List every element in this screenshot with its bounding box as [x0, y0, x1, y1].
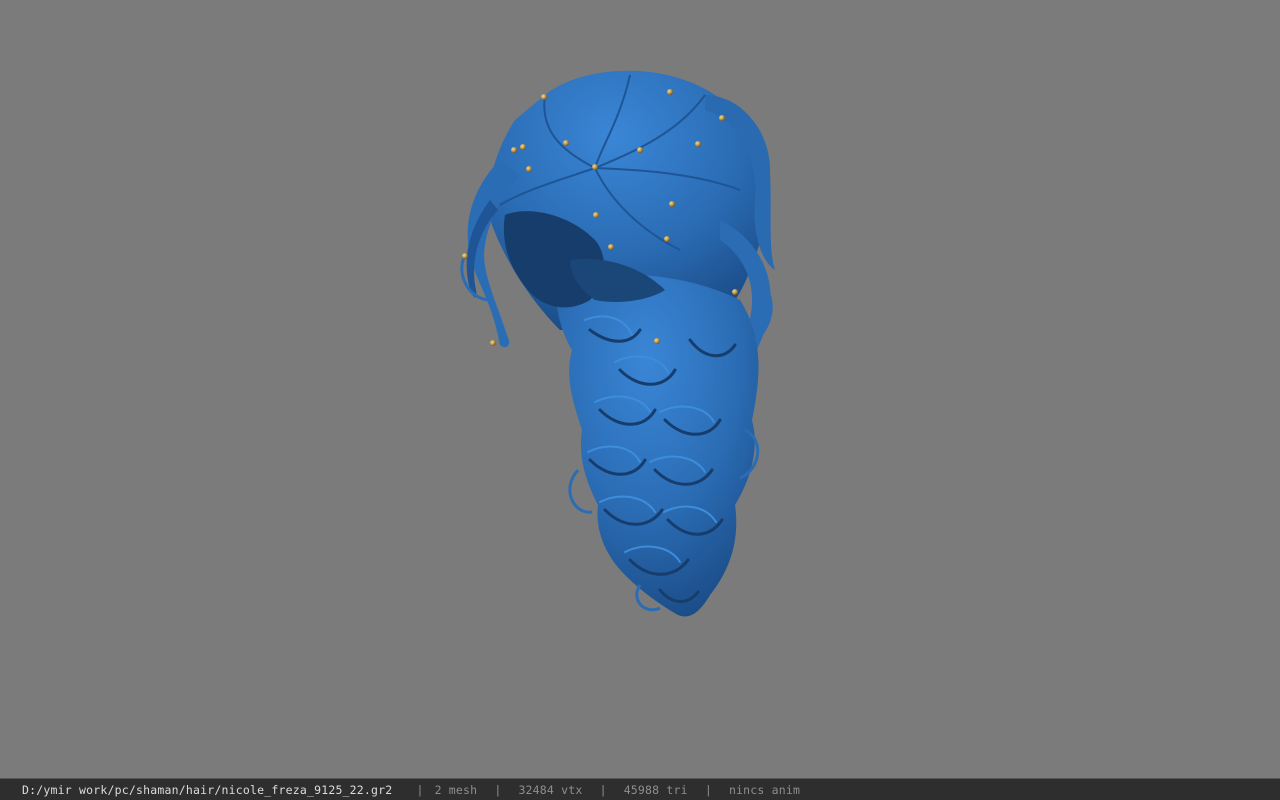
status-bar: D:/ymir work/pc/shaman/hair/nicole_freza…	[0, 778, 1280, 800]
3d-viewport[interactable]	[0, 0, 1280, 778]
separator: |	[416, 782, 424, 797]
mesh-count: 2 mesh	[434, 782, 478, 797]
anim-status: nincs anim	[728, 782, 801, 797]
file-path: D:/ymir work/pc/shaman/hair/nicole_freza…	[22, 782, 393, 797]
separator: |	[704, 782, 712, 797]
hair-mesh	[460, 70, 775, 617]
hair-model[interactable]	[0, 0, 1280, 778]
triangle-count: 45988 tri	[623, 782, 688, 797]
separator: |	[599, 782, 607, 797]
vertex-count: 32484 vtx	[518, 782, 583, 797]
separator: |	[494, 782, 502, 797]
